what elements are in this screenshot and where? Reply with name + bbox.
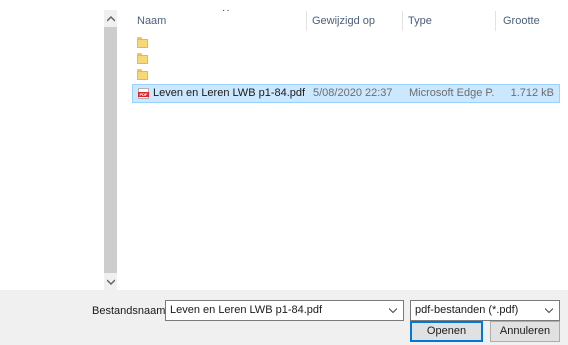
file-size: 1.712 kB bbox=[510, 87, 554, 99]
file-type: Microsoft Edge P... bbox=[409, 87, 495, 99]
scroll-up-arrow-icon[interactable] bbox=[104, 10, 117, 27]
folder-icon[interactable] bbox=[137, 69, 148, 80]
column-header-modified[interactable]: Gewijzigd op bbox=[312, 10, 375, 32]
column-divider[interactable] bbox=[495, 11, 496, 31]
file-name: Leven en Leren LWB p1-84.pdf bbox=[153, 87, 306, 99]
column-header-name[interactable]: Naam bbox=[137, 10, 166, 32]
column-divider[interactable] bbox=[402, 11, 403, 31]
column-header-type[interactable]: Type bbox=[408, 10, 432, 32]
column-header-size[interactable]: Grootte bbox=[503, 10, 540, 32]
file-modified-date: 5/08/2020 22:37 bbox=[313, 87, 393, 99]
pdf-icon-label: PDF bbox=[138, 92, 149, 97]
folder-icon[interactable] bbox=[137, 37, 148, 48]
dialog-footer: Bestandsnaam: Leven en Leren LWB p1-84.p… bbox=[0, 290, 568, 345]
folder-icon[interactable] bbox=[137, 53, 148, 64]
file-type-filter-select[interactable]: pdf-bestanden (*.pdf) bbox=[410, 300, 560, 321]
filename-input[interactable]: Leven en Leren LWB p1-84.pdf bbox=[165, 300, 404, 321]
scroll-thumb[interactable] bbox=[104, 27, 117, 273]
open-button[interactable]: Openen bbox=[410, 321, 483, 342]
column-divider[interactable] bbox=[306, 11, 307, 31]
scroll-down-arrow-icon[interactable] bbox=[104, 273, 117, 290]
sort-indicator-icon: ·· bbox=[222, 5, 231, 16]
chevron-down-icon[interactable] bbox=[389, 308, 397, 313]
file-type-filter-value: pdf-bestanden (*.pdf) bbox=[415, 304, 519, 316]
filename-label: Bestandsnaam: bbox=[92, 305, 169, 317]
cancel-button[interactable]: Annuleren bbox=[490, 321, 560, 342]
file-row-selected[interactable]: PDF Leven en Leren LWB p1-84.pdf 5/08/20… bbox=[132, 84, 560, 103]
filename-input-value: Leven en Leren LWB p1-84.pdf bbox=[170, 304, 323, 316]
vertical-scrollbar[interactable] bbox=[104, 10, 117, 290]
pdf-icon: PDF bbox=[138, 88, 149, 99]
file-open-dialog: ·· Naam Gewijzigd op Type Grootte PDF Le… bbox=[0, 0, 568, 345]
chevron-down-icon[interactable] bbox=[545, 308, 553, 313]
